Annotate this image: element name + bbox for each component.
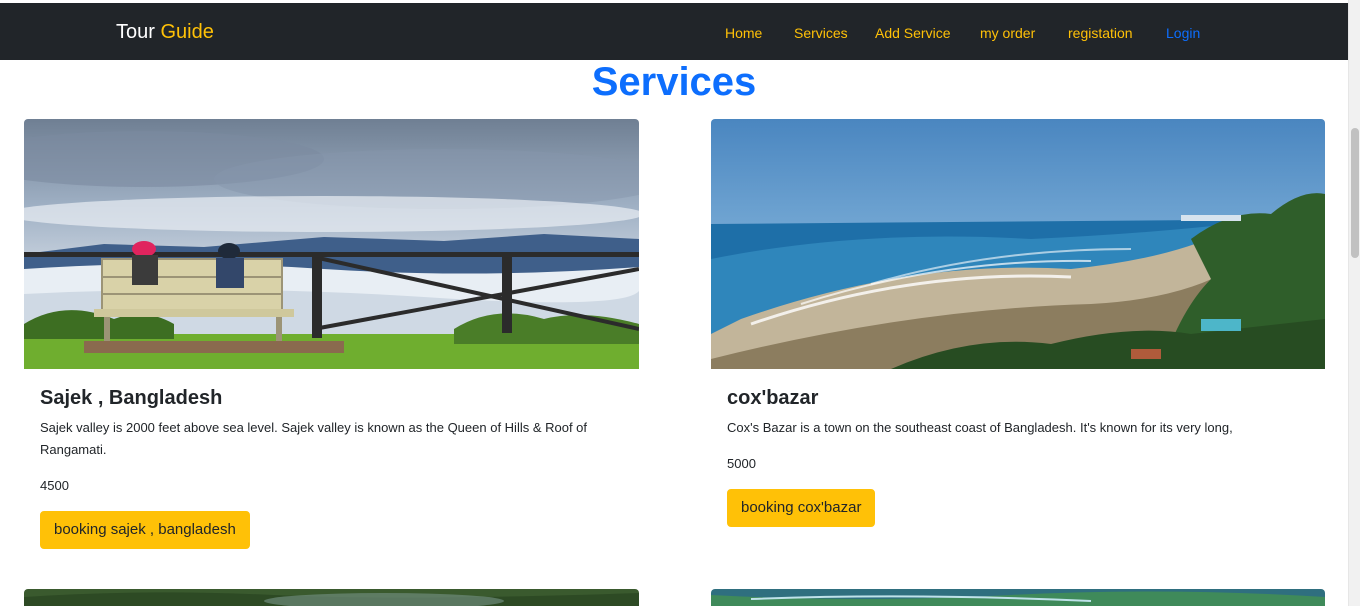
next-service-image bbox=[24, 589, 639, 606]
scrollbar-thumb[interactable] bbox=[1351, 128, 1359, 258]
service-price: 5000 bbox=[727, 456, 756, 471]
service-description: Cox's Bazar is a town on the southeast c… bbox=[727, 420, 1233, 435]
nav-services[interactable]: Services bbox=[794, 24, 848, 42]
sajek-image bbox=[24, 119, 639, 369]
booking-button[interactable]: booking cox'bazar bbox=[727, 489, 876, 527]
service-description: Sajek valley is 2000 feet above sea leve… bbox=[40, 420, 588, 457]
nav-add-service[interactable]: Add Service bbox=[875, 24, 950, 42]
brand-first-word: Tour bbox=[116, 21, 155, 43]
service-title: Sajek , Bangladesh bbox=[40, 387, 223, 409]
brand-accent-word: Guide bbox=[160, 21, 214, 43]
brand-logo[interactable]: Tour Guide bbox=[116, 20, 214, 44]
booking-button[interactable]: booking sajek , bangladesh bbox=[40, 511, 250, 549]
nav-home[interactable]: Home bbox=[725, 24, 762, 42]
nav-my-order[interactable]: my order bbox=[980, 24, 1035, 42]
navbar: Tour Guide Home Services Add Service my … bbox=[0, 3, 1348, 60]
page-scrollbar[interactable] bbox=[1348, 0, 1360, 606]
service-price: 4500 bbox=[40, 478, 69, 493]
nav-login[interactable]: Login bbox=[1166, 24, 1200, 42]
nav-registation[interactable]: registation bbox=[1068, 24, 1133, 42]
coxbazar-image bbox=[711, 119, 1325, 369]
next-service-image bbox=[711, 589, 1325, 606]
page-title: Services bbox=[591, 60, 757, 104]
service-title: cox'bazar bbox=[727, 387, 819, 409]
